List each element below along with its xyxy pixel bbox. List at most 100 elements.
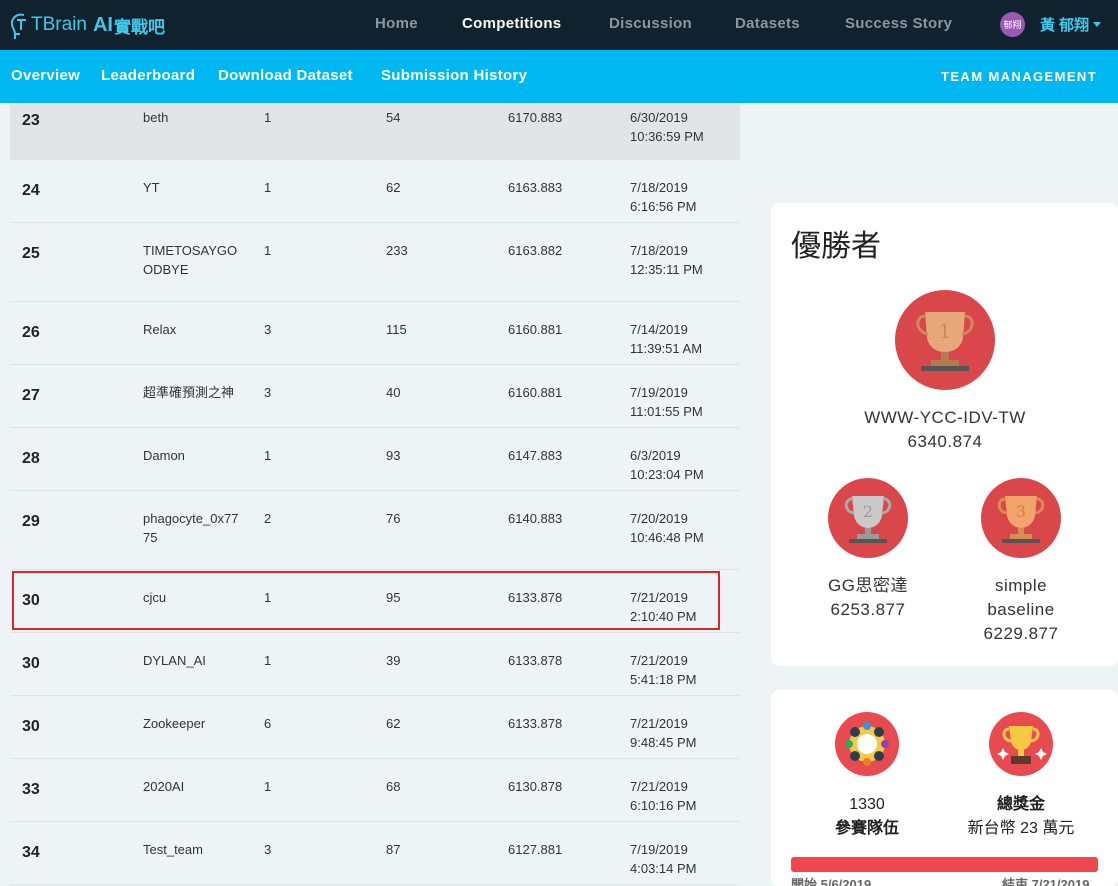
- rank-cell: 30: [22, 655, 40, 672]
- members-cell: 1: [264, 590, 272, 605]
- score-cell: 6133.878: [508, 716, 563, 731]
- entries-cell: 40: [386, 385, 401, 400]
- submitted-time-cell: 7/14/2019 11:39:51 AM: [630, 320, 702, 358]
- score-cell: 6140.883: [508, 511, 563, 526]
- team-name-cell: beth: [143, 110, 169, 125]
- start-date: 開始 5/6/2019: [791, 877, 872, 886]
- score-cell: 6127.881: [508, 842, 563, 857]
- logo-ai-text: AI: [92, 13, 113, 36]
- teams-count: 1330: [849, 796, 885, 813]
- nav-datasets[interactable]: Datasets: [735, 15, 800, 32]
- team-name-cell: phagocyte_0x7775: [143, 511, 239, 545]
- rank-cell: 26: [22, 324, 40, 341]
- members-cell: 2: [264, 511, 272, 526]
- user-menu[interactable]: 郁翔 黃 郁翔: [1000, 12, 1102, 37]
- members-cell: 1: [264, 779, 272, 794]
- end-date: 結束 7/21/2019: [1002, 877, 1090, 886]
- tab-leaderboard[interactable]: Leaderboard: [101, 67, 195, 84]
- entries-cell: 68: [386, 779, 401, 794]
- stats-card: 1330 參賽隊伍 總獎金 新台幣 23 萬元 開始 5/6/2019 結束 7…: [771, 690, 1118, 886]
- submitted-time-cell: 7/21/2019 6:10:16 PM: [630, 777, 697, 815]
- team-name-cell: 超準確預測之神: [143, 385, 235, 400]
- team-name-cell: Zookeeper: [143, 716, 206, 731]
- table-row: 30 DYLAN_AI 1 39 6133.878 7/21/2019 5:41:18 PM: [10, 633, 740, 696]
- members-cell: 3: [264, 322, 272, 337]
- second-place-score: 6253.877: [830, 600, 906, 619]
- score-cell: 6133.878: [508, 653, 563, 668]
- members-cell: 6: [264, 716, 272, 731]
- nav-discussion[interactable]: Discussion: [609, 15, 692, 32]
- score-cell: 6130.878: [508, 779, 563, 794]
- avatar: 郁翔: [1000, 12, 1025, 37]
- competition-progress-bar: [791, 857, 1098, 872]
- entries-cell: 62: [386, 180, 401, 195]
- entries-cell: 62: [386, 716, 401, 731]
- table-row: 34 Test_team 3 87 6127.881 7/19/2019 4:03:14 P…: [10, 822, 740, 885]
- first-place-score: 6340.874: [907, 432, 983, 451]
- tab-overview[interactable]: Overview: [11, 67, 80, 84]
- submitted-date: 7/19/2019: [630, 385, 688, 400]
- nav-success-story[interactable]: Success Story: [845, 15, 952, 32]
- score-cell: 6163.882: [508, 243, 563, 258]
- submitted-time: 10:36:59 PM: [630, 129, 704, 144]
- submitted-time-cell: 7/19/2019 4:03:14 PM: [630, 840, 697, 878]
- submitted-time-cell: 7/21/2019 5:41:18 PM: [630, 651, 697, 689]
- team-name-cell: DYLAN_AI: [143, 653, 206, 668]
- table-row: 28 Damon 1 93 6147.883 6/3/2019 10:23:04 PM: [10, 428, 740, 491]
- gold-trophy-icon: 1: [895, 290, 995, 390]
- submitted-time-cell: 6/30/2019 10:36:59 PM: [630, 108, 704, 146]
- submitted-date: 7/21/2019: [630, 716, 688, 731]
- logo-brand-text: TBrain: [31, 14, 87, 35]
- first-place-name: WWW-YCC-IDV-TW: [864, 408, 1026, 427]
- score-cell: 6163.883: [508, 180, 563, 195]
- table-row: 33 2020AI 1 68 6130.878 7/21/2019 6:10:16 PM: [10, 759, 740, 822]
- teams-label: 參賽隊伍: [834, 820, 899, 837]
- entries-cell: 54: [386, 110, 401, 125]
- members-cell: 3: [264, 385, 272, 400]
- submitted-date: 7/20/2019: [630, 511, 688, 526]
- members-cell: 3: [264, 842, 272, 857]
- team-name-cell: Test_team: [143, 842, 203, 857]
- submitted-time: 6:16:56 PM: [630, 199, 697, 214]
- submitted-time-cell: 7/18/2019 12:35:11 PM: [630, 241, 703, 279]
- members-cell: 1: [264, 180, 272, 195]
- tab-submission-history[interactable]: Submission History: [381, 67, 527, 84]
- entries-cell: 93: [386, 448, 401, 463]
- nav-competitions[interactable]: Competitions: [462, 15, 561, 32]
- submitted-time-cell: 7/21/2019 9:48:45 PM: [630, 714, 697, 752]
- team-management-link[interactable]: TEAM MANAGEMENT: [941, 69, 1097, 84]
- tab-download-dataset[interactable]: Download Dataset: [218, 67, 353, 84]
- top-navbar: TBrain AI 實戰吧 Home Competitions Discussi…: [0, 0, 1118, 50]
- score-cell: 6170.883: [508, 110, 563, 125]
- tbrain-logo[interactable]: TBrain AI 實戰吧: [10, 8, 165, 42]
- members-cell: 1: [264, 653, 272, 668]
- rank-cell: 25: [22, 245, 40, 262]
- submitted-time: 6:10:16 PM: [630, 798, 697, 813]
- submitted-time-cell: 6/3/2019 10:23:04 PM: [630, 446, 704, 484]
- silver-trophy-icon: 2: [828, 478, 908, 558]
- score-cell: 6160.881: [508, 385, 563, 400]
- bronze-trophy-icon: 3: [981, 478, 1061, 558]
- user-name: 黃 郁翔: [1040, 17, 1090, 34]
- members-cell: 1: [264, 110, 272, 125]
- table-row: 24 YT 1 62 6163.883 7/18/2019 6:16:56 PM: [10, 160, 740, 223]
- winners-card: 優勝者 1 WWW-YCC-IDV-TW 6340.874 2 GG思密達 62…: [771, 203, 1118, 666]
- table-row: 25 TIMETOSAYGOODBYE 1 233 6163.882 7/18/2019 1…: [10, 223, 740, 302]
- entries-cell: 233: [386, 243, 408, 258]
- members-cell: 1: [264, 243, 272, 258]
- team-name-cell: Relax: [143, 322, 177, 337]
- score-cell: 6160.881: [508, 322, 563, 337]
- second-place-name: GG思密達: [828, 576, 908, 595]
- rank-cell: 27: [22, 387, 40, 404]
- gold-place-number: 1: [939, 319, 952, 343]
- submitted-time: 5:41:18 PM: [630, 672, 697, 687]
- submitted-date: 7/19/2019: [630, 842, 688, 857]
- rank-cell: 30: [22, 718, 40, 735]
- submitted-time-cell: 7/21/2019 2:10:40 PM: [630, 588, 697, 626]
- team-name-cell: Damon: [143, 448, 185, 463]
- rank-cell: 33: [22, 781, 40, 798]
- prize-trophy-icon: [989, 712, 1053, 776]
- nav-home[interactable]: Home: [375, 15, 418, 32]
- table-row: 30 cjcu 1 95 6133.878 7/21/2019 2:10:40 PM: [10, 570, 740, 633]
- submitted-time: 11:39:51 AM: [630, 341, 703, 356]
